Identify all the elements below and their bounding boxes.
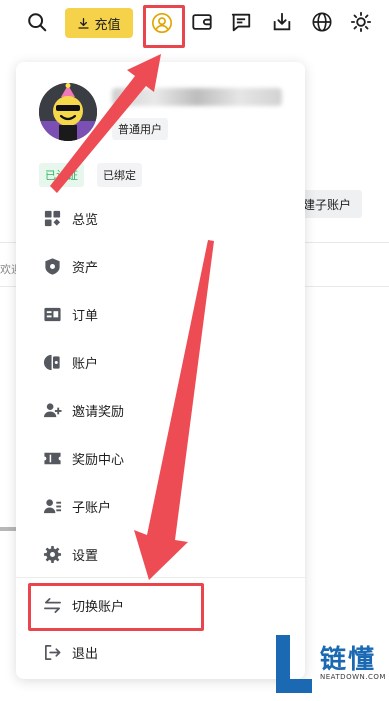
menu-item-orders[interactable]: 订单 bbox=[16, 294, 305, 334]
settings-icon bbox=[42, 544, 62, 564]
menu-item-reward-center[interactable]: 奖励中心 bbox=[16, 438, 305, 478]
menu-item-subaccount[interactable]: 子账户 bbox=[16, 486, 305, 526]
bound-badge: 已绑定 bbox=[97, 163, 142, 187]
search-icon[interactable] bbox=[25, 10, 49, 34]
menu-item-label: 账户 bbox=[72, 356, 99, 372]
menu-item-label: 退出 bbox=[72, 646, 99, 662]
watermark-text: 链懂 bbox=[320, 645, 377, 675]
watermark-logo: 链懂 NEATDOWN.COM bbox=[268, 631, 386, 697]
scrollbar-stub bbox=[0, 527, 16, 531]
subaccount-icon bbox=[42, 496, 62, 516]
assets-icon bbox=[42, 256, 62, 276]
globe-icon[interactable] bbox=[310, 10, 334, 34]
download-icon bbox=[78, 17, 90, 29]
menu-divider bbox=[16, 577, 305, 578]
menu-item-label: 奖励中心 bbox=[72, 452, 125, 468]
menu-item-label: 资产 bbox=[72, 260, 99, 276]
verified-badge: 已认证 bbox=[39, 163, 84, 187]
menu-item-label: 邀请奖励 bbox=[72, 404, 125, 420]
menu-item-account[interactable]: 账户 bbox=[16, 342, 305, 382]
user-type-badge: 普通用户 bbox=[112, 118, 168, 140]
menu-item-label: 子账户 bbox=[72, 500, 112, 516]
switch-account-highlight-box bbox=[28, 583, 204, 631]
orders-icon bbox=[42, 304, 62, 324]
menu-item-invite-reward[interactable]: 邀请奖励 bbox=[16, 390, 305, 430]
top-toolbar: 充值 bbox=[0, 0, 389, 48]
watermark-subtext: NEATDOWN.COM bbox=[320, 673, 386, 681]
menu-item-label: 总览 bbox=[72, 212, 99, 228]
download-box-icon[interactable] bbox=[270, 10, 294, 34]
watermark-l-icon bbox=[276, 635, 312, 693]
message-icon[interactable] bbox=[229, 10, 253, 34]
user-icon-highlight-box bbox=[143, 5, 185, 48]
recharge-label: 充值 bbox=[94, 17, 121, 33]
wallet-icon[interactable] bbox=[190, 10, 214, 34]
recharge-button[interactable]: 充值 bbox=[65, 8, 133, 38]
account-icon bbox=[42, 352, 62, 372]
avatar[interactable] bbox=[39, 83, 97, 141]
menu-item-label: 设置 bbox=[72, 548, 99, 564]
overview-icon bbox=[42, 208, 62, 228]
theme-sun-icon[interactable] bbox=[349, 10, 373, 34]
menu-item-label: 订单 bbox=[72, 308, 99, 324]
reward-center-icon bbox=[42, 448, 62, 468]
menu-item-overview[interactable]: 总览 bbox=[16, 198, 305, 238]
menu-item-settings[interactable]: 设置 bbox=[16, 534, 305, 574]
logout-icon bbox=[42, 642, 62, 662]
invite-reward-icon bbox=[42, 400, 62, 420]
menu-item-assets[interactable]: 资产 bbox=[16, 246, 305, 286]
menu-item-logout[interactable]: 退出 bbox=[16, 632, 305, 672]
username-blurred bbox=[112, 88, 282, 106]
